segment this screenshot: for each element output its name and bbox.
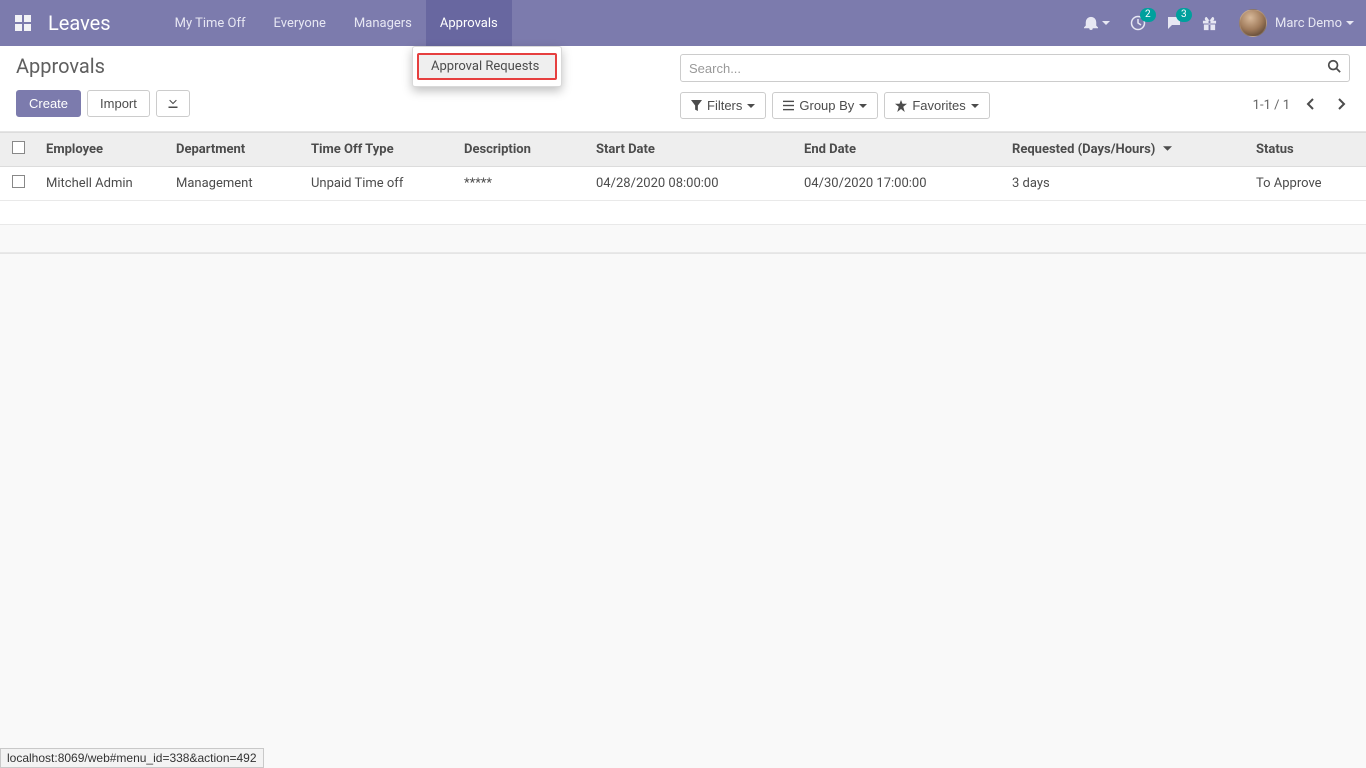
- star-icon: [895, 100, 907, 112]
- approvals-table: Employee Department Time Off Type Descri…: [0, 132, 1366, 253]
- col-description[interactable]: Description: [454, 133, 586, 167]
- apps-menu-button[interactable]: [0, 15, 46, 31]
- favorites-button[interactable]: Favorites: [884, 92, 989, 119]
- group-by-button[interactable]: Group By: [772, 92, 878, 119]
- table-header-row: Employee Department Time Off Type Descri…: [0, 133, 1366, 167]
- list-icon: [783, 100, 794, 111]
- select-all-checkbox[interactable]: [12, 141, 25, 154]
- col-employee[interactable]: Employee: [36, 133, 166, 167]
- search-input[interactable]: [689, 61, 1327, 76]
- pager: 1-1 / 1: [1253, 94, 1350, 118]
- filter-icon: [691, 100, 702, 111]
- download-button[interactable]: [156, 90, 190, 117]
- favorites-label: Favorites: [912, 98, 965, 113]
- control-bar: Approvals Create Import Filters: [0, 46, 1366, 132]
- notifications-button[interactable]: [1074, 0, 1120, 46]
- search-icon-button[interactable]: [1327, 59, 1341, 77]
- activities-badge: 2: [1140, 8, 1156, 22]
- group-by-label: Group By: [799, 98, 854, 113]
- import-button[interactable]: Import: [87, 90, 150, 117]
- table-row[interactable]: Mitchell Admin Management Unpaid Time of…: [0, 167, 1366, 201]
- filters-label: Filters: [707, 98, 742, 113]
- pager-prev[interactable]: [1302, 94, 1320, 118]
- browser-status-bar: localhost:8069/web#menu_id=338&action=49…: [0, 748, 264, 768]
- bell-icon: [1084, 16, 1098, 30]
- chevron-right-icon: [1336, 98, 1346, 110]
- col-department[interactable]: Department: [166, 133, 301, 167]
- main-menu: My Time Off Everyone Managers Approvals: [161, 0, 512, 46]
- cell-employee: Mitchell Admin: [36, 167, 166, 201]
- approvals-dropdown: Approval Requests: [412, 46, 562, 87]
- user-name: Marc Demo: [1275, 16, 1342, 31]
- dropdown-approval-requests[interactable]: Approval Requests: [417, 53, 557, 80]
- nav-managers[interactable]: Managers: [340, 0, 426, 46]
- caret-down-icon: [859, 102, 867, 110]
- avatar: [1239, 9, 1267, 37]
- cell-description: *****: [454, 167, 586, 201]
- page-title: Approvals: [16, 54, 190, 78]
- nav-everyone[interactable]: Everyone: [260, 0, 340, 46]
- nav-my-time-off[interactable]: My Time Off: [161, 0, 260, 46]
- messages-button[interactable]: 3: [1156, 0, 1192, 46]
- activities-button[interactable]: 2: [1120, 0, 1156, 46]
- gift-icon: [1202, 16, 1217, 31]
- nav-approvals[interactable]: Approvals: [426, 0, 512, 46]
- caret-down-icon: [1346, 16, 1354, 31]
- apps-icon: [15, 15, 31, 31]
- cell-type: Unpaid Time off: [301, 167, 454, 201]
- search-icon: [1327, 59, 1341, 73]
- user-menu-button[interactable]: Marc Demo: [1227, 9, 1366, 37]
- search-box[interactable]: [680, 54, 1350, 82]
- caret-down-icon: [971, 102, 979, 110]
- cell-end: 04/30/2020 17:00:00: [794, 167, 1002, 201]
- caret-down-icon: [1102, 16, 1110, 31]
- col-requested[interactable]: Requested (Days/Hours): [1002, 133, 1246, 167]
- create-button[interactable]: Create: [16, 90, 81, 117]
- cell-requested: 3 days: [1002, 167, 1246, 201]
- filters-button[interactable]: Filters: [680, 92, 766, 119]
- pager-text: 1-1 / 1: [1253, 98, 1290, 113]
- top-navbar: Leaves My Time Off Everyone Managers App…: [0, 0, 1366, 46]
- approvals-table-wrap: Employee Department Time Off Type Descri…: [0, 132, 1366, 254]
- cell-status: To Approve: [1246, 167, 1366, 201]
- cell-department: Management: [166, 167, 301, 201]
- app-brand[interactable]: Leaves: [46, 11, 121, 35]
- row-checkbox[interactable]: [12, 175, 25, 188]
- download-icon: [167, 96, 179, 108]
- chevron-left-icon: [1306, 98, 1316, 110]
- col-status[interactable]: Status: [1246, 133, 1366, 167]
- caret-down-icon: [747, 102, 755, 110]
- messages-badge: 3: [1176, 8, 1192, 22]
- navbar-right: 2 3 Marc Demo: [1074, 0, 1366, 46]
- col-end-date[interactable]: End Date: [794, 133, 1002, 167]
- col-requested-label: Requested (Days/Hours): [1012, 142, 1155, 157]
- gift-button[interactable]: [1192, 0, 1227, 46]
- cell-start: 04/28/2020 08:00:00: [586, 167, 794, 201]
- pager-next[interactable]: [1332, 94, 1350, 118]
- col-start-date[interactable]: Start Date: [586, 133, 794, 167]
- sort-desc-icon: [1163, 142, 1172, 157]
- table-empty-row: [0, 201, 1366, 225]
- table-footer-row: [0, 225, 1366, 253]
- col-time-off-type[interactable]: Time Off Type: [301, 133, 454, 167]
